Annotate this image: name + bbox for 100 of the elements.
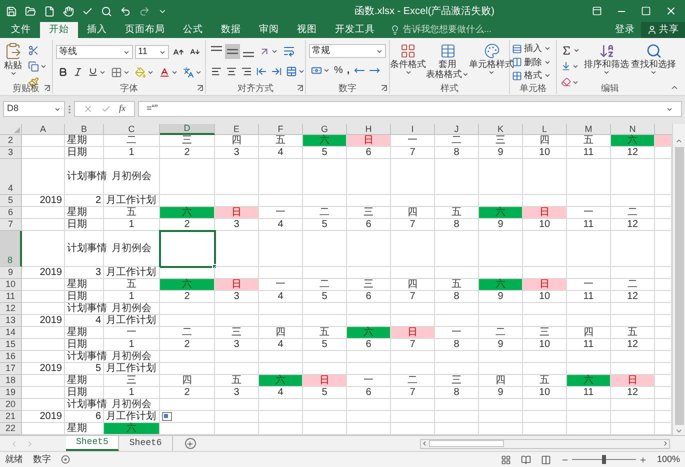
empty-cell[interactable] [347, 363, 391, 375]
empty-cell[interactable] [303, 399, 347, 411]
cells-button[interactable]: 删除 [512, 56, 554, 69]
empty-cell[interactable] [435, 303, 479, 315]
empty-cell[interactable] [611, 399, 655, 411]
empty-cell[interactable] [259, 315, 303, 327]
next-sheet-icon[interactable] [26, 440, 34, 448]
empty-cell[interactable] [303, 303, 347, 315]
empty-cell[interactable] [435, 411, 479, 423]
empty-cell[interactable] [567, 195, 611, 207]
scroll-thumb[interactable] [674, 147, 684, 425]
empty-cell[interactable] [391, 267, 435, 279]
percent-button[interactable]: % [332, 62, 345, 78]
empty-cell[interactable] [160, 411, 215, 423]
empty-cell[interactable] [303, 159, 347, 195]
page-break-icon[interactable] [540, 454, 551, 464]
formula-field[interactable]: =“” [138, 101, 682, 117]
row-header[interactable]: 10 [0, 279, 22, 291]
zoom-slider[interactable] [572, 455, 636, 464]
empty-cell[interactable] [611, 411, 655, 423]
empty-cell[interactable] [479, 231, 523, 267]
row-header[interactable]: 3 [0, 147, 22, 159]
empty-cell[interactable] [435, 195, 479, 207]
hand-icon[interactable] [63, 6, 74, 16]
empty-cell[interactable] [215, 351, 259, 363]
row-header[interactable]: 7 [0, 219, 22, 231]
empty-cell[interactable] [611, 267, 655, 279]
ribbon-tab[interactable]: 开始 [40, 22, 78, 38]
empty-cell[interactable] [435, 315, 479, 327]
empty-cell[interactable] [303, 267, 347, 279]
empty-cell[interactable] [347, 411, 391, 423]
row-header[interactable]: 12 [0, 303, 22, 315]
ribbon-tab[interactable]: 视图 [288, 22, 326, 38]
empty-cell[interactable] [160, 399, 215, 411]
empty-cell[interactable] [303, 411, 347, 423]
paste-options-icon[interactable] [162, 412, 172, 421]
number-format-field[interactable]: 常规 [309, 44, 386, 58]
font-name-field[interactable]: 等线 [56, 45, 133, 59]
vertical-scrollbar[interactable] [672, 124, 685, 435]
cancel-icon[interactable] [83, 104, 93, 114]
empty-cell[interactable] [523, 411, 567, 423]
empty-cell[interactable] [391, 159, 435, 195]
ribbon-tab[interactable]: 审阅 [250, 22, 288, 38]
row-header[interactable]: 2 [0, 135, 22, 147]
zoom-thumb[interactable] [602, 455, 606, 464]
dialog-launcher-icon[interactable] [44, 85, 50, 91]
empty-cell[interactable] [303, 231, 347, 267]
sign-in-link[interactable]: 登录 [609, 22, 641, 38]
editing-button[interactable]: 排序和筛选 [584, 42, 629, 76]
ribbon-tab[interactable]: 开发工具 [326, 22, 384, 38]
empty-cell[interactable] [435, 231, 479, 267]
editing-button[interactable]: 查找和选择 [631, 42, 676, 76]
check-icon[interactable] [82, 6, 93, 16]
column-header[interactable]: E [215, 124, 259, 135]
record-macro-icon[interactable] [61, 455, 70, 464]
new-file-icon[interactable] [44, 6, 55, 16]
empty-cell[interactable] [215, 411, 259, 423]
empty-cell[interactable] [479, 399, 523, 411]
scroll-left-icon[interactable] [421, 440, 428, 447]
empty-cell[interactable] [611, 195, 655, 207]
empty-cell[interactable] [160, 363, 215, 375]
page-layout-icon[interactable] [520, 454, 531, 464]
empty-cell[interactable] [611, 159, 655, 195]
undo-icon[interactable] [120, 6, 131, 16]
empty-cell[interactable] [391, 411, 435, 423]
close-icon[interactable] [665, 5, 677, 17]
scroll-thumb[interactable] [429, 440, 504, 447]
empty-cell[interactable] [259, 303, 303, 315]
vertical-align-button[interactable] [225, 44, 240, 58]
drag-handle-icon[interactable] [68, 104, 71, 114]
empty-cell[interactable] [347, 351, 391, 363]
empty-cell[interactable] [391, 363, 435, 375]
empty-cell[interactable] [215, 303, 259, 315]
folder-icon[interactable] [25, 6, 36, 16]
row-header[interactable]: 21 [0, 411, 22, 423]
name-box[interactable]: D8 [3, 101, 65, 117]
empty-cell[interactable] [160, 159, 215, 195]
collapse-ribbon-icon[interactable] [670, 83, 679, 92]
empty-cell[interactable] [567, 267, 611, 279]
empty-cell[interactable] [611, 315, 655, 327]
empty-cell[interactable] [523, 159, 567, 195]
row-header[interactable]: 11 [0, 291, 22, 303]
dialog-launcher-icon[interactable] [297, 85, 303, 91]
dialog-launcher-icon[interactable] [381, 85, 387, 91]
column-header[interactable]: B [65, 124, 104, 135]
style-button[interactable]: 条件格式 [390, 43, 426, 76]
zoom-in-icon[interactable] [638, 456, 647, 464]
column-header[interactable]: D [160, 124, 215, 135]
column-header[interactable]: M [567, 124, 611, 135]
empty-cell[interactable] [215, 159, 259, 195]
row-header[interactable]: 6 [0, 207, 22, 219]
style-button[interactable]: 套用 表格格式 [426, 43, 469, 79]
ribbon-options-icon[interactable] [592, 6, 602, 16]
empty-cell[interactable] [391, 231, 435, 267]
share-button[interactable]: 共享 [641, 22, 685, 38]
selected-cell[interactable] [160, 231, 215, 267]
empty-cell[interactable] [215, 231, 259, 267]
horizontal-scrollbar[interactable] [420, 438, 670, 448]
empty-cell[interactable] [567, 411, 611, 423]
normal-view-icon[interactable] [500, 454, 511, 464]
